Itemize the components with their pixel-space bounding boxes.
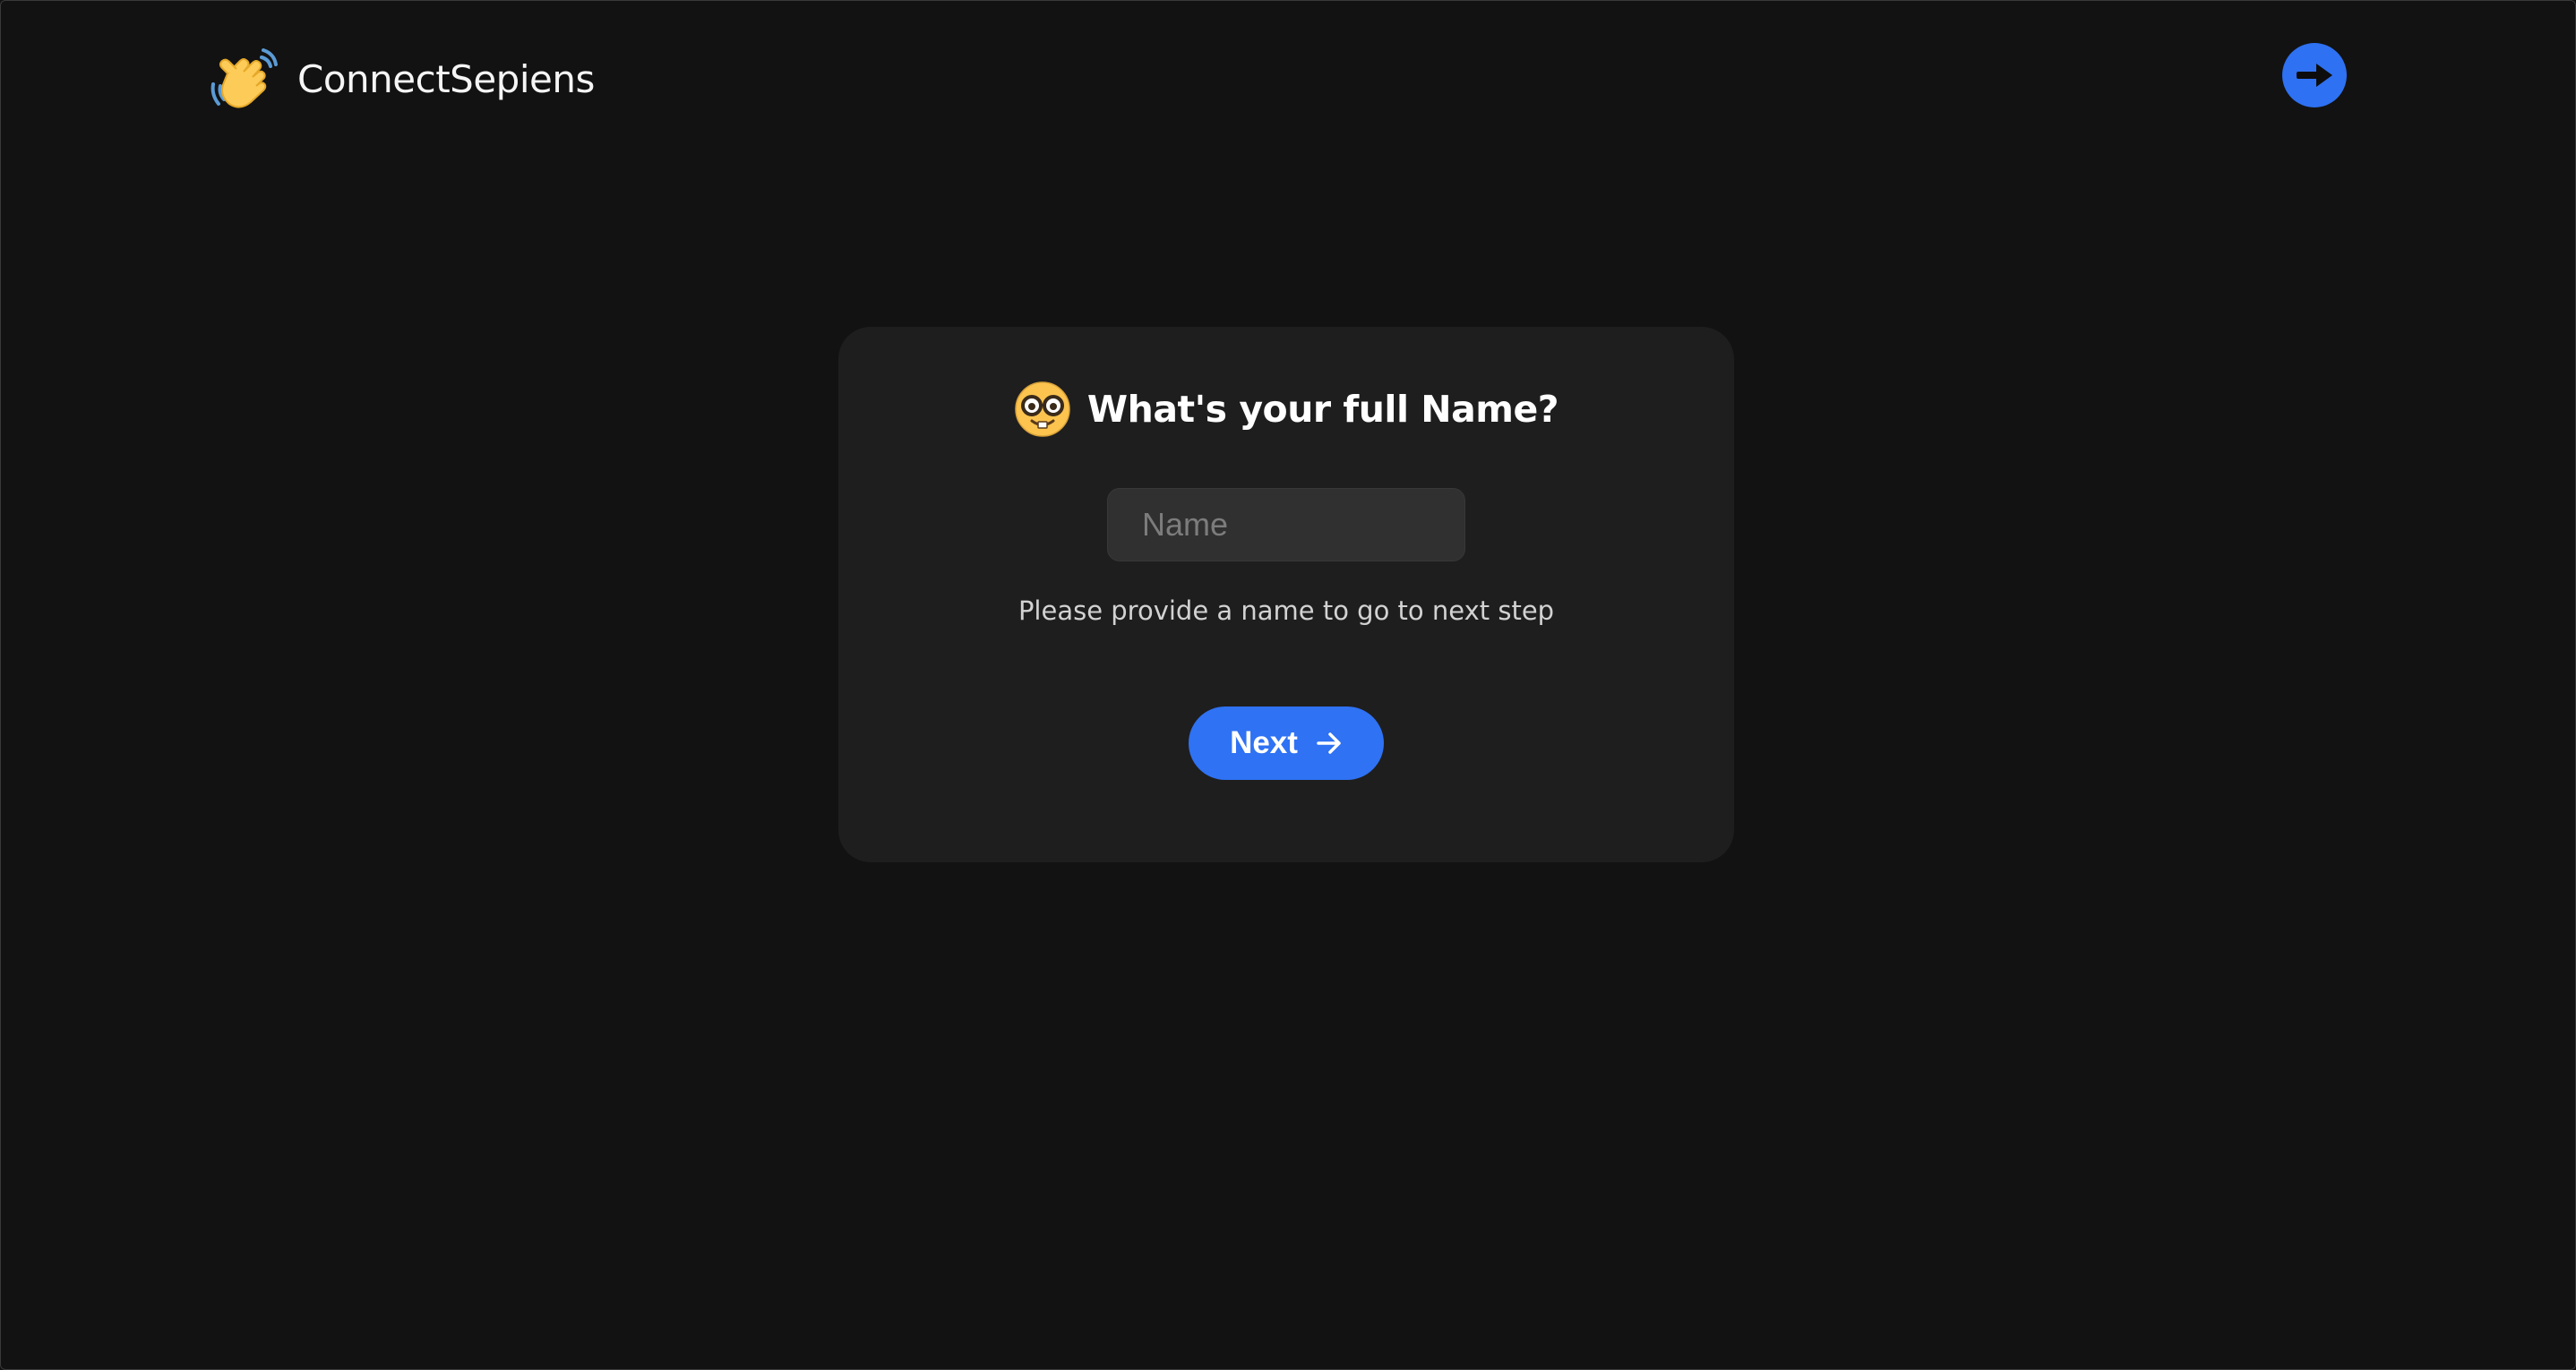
waving-hand-icon: [210, 48, 278, 108]
validation-hint: Please provide a name to go to next step: [1018, 595, 1555, 626]
name-input[interactable]: [1107, 488, 1465, 561]
nerd-face-icon: [1015, 381, 1070, 437]
arrow-right-icon: [1317, 732, 1341, 754]
question-text: What's your full Name?: [1086, 388, 1559, 431]
name-step-card: What's your full Name? Please provide a …: [838, 327, 1734, 862]
question-heading: What's your full Name?: [838, 377, 1734, 441]
logout-button[interactable]: [2282, 43, 2347, 107]
brand-name: ConnectSepiens: [297, 56, 595, 101]
arrow-right-icon: [2297, 64, 2332, 87]
next-button-label: Next: [1230, 725, 1298, 760]
next-button[interactable]: Next: [1189, 706, 1384, 780]
brand[interactable]: ConnectSepiens: [208, 45, 595, 113]
